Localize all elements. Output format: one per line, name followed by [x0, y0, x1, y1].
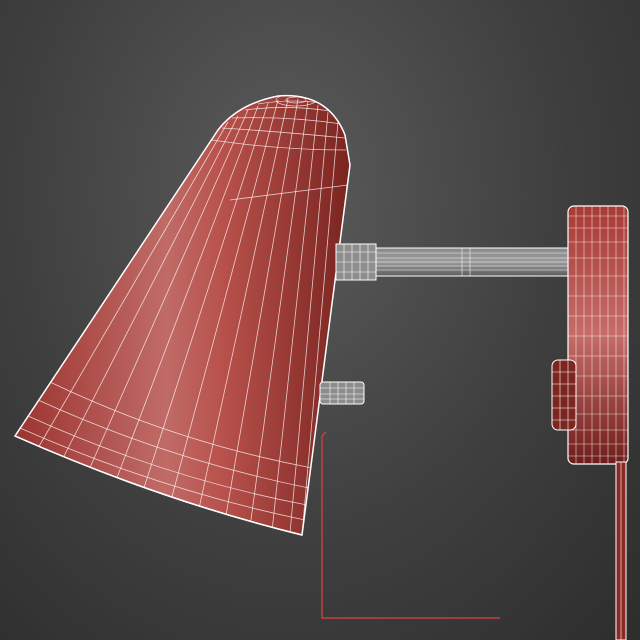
- lamp-arm: [335, 243, 571, 281]
- lamp-render: [13, 94, 629, 640]
- lamp-shade: [13, 94, 351, 536]
- wall-plate: [567, 205, 629, 465]
- gizmo-bracket: [321, 431, 500, 619]
- knob: [319, 381, 365, 405]
- cable: [615, 461, 627, 640]
- 3d-viewport[interactable]: [0, 0, 640, 640]
- switch: [551, 359, 577, 431]
